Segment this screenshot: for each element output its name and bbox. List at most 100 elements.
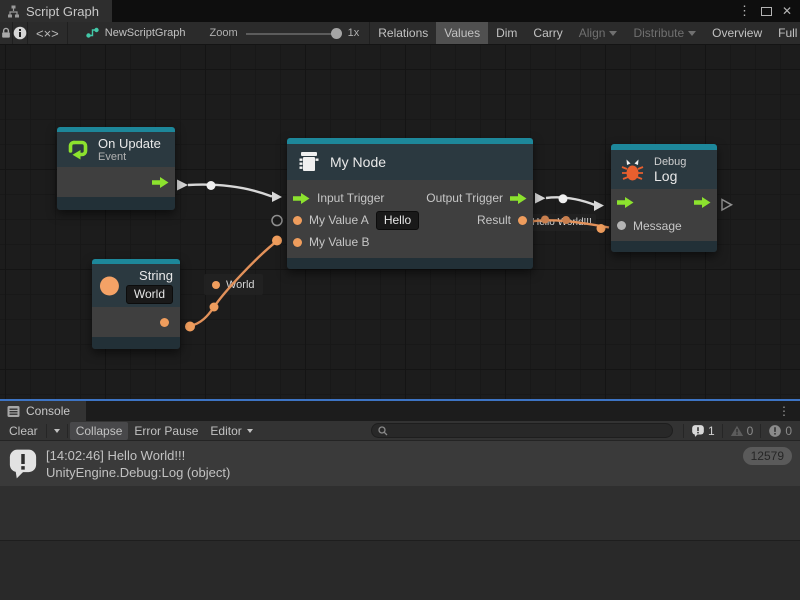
warning-icon — [730, 424, 744, 438]
value-droplet — [597, 224, 606, 233]
tab-script-graph-label: Script Graph — [26, 4, 99, 19]
node-title: My Node — [330, 154, 386, 170]
port-label: Message — [633, 219, 682, 233]
graph-toolbar: <×> NewScriptGraph Zoom 1x Relations Val… — [0, 22, 800, 45]
chevron-down-icon — [688, 31, 696, 36]
wire-start-arrow — [535, 193, 546, 204]
console-detail-pane[interactable] — [0, 540, 800, 600]
graph-name-label: NewScriptGraph — [105, 27, 186, 39]
on-update-event-icon — [66, 138, 90, 162]
flow-droplet — [207, 181, 216, 190]
wire-onupdate-to-mynode[interactable] — [188, 185, 272, 197]
value-input-port[interactable] — [293, 238, 302, 247]
search-icon — [378, 426, 388, 436]
chevron-down-icon — [609, 31, 617, 36]
wire-start-arrow — [177, 180, 188, 191]
string-value-field[interactable]: World — [126, 285, 173, 304]
flow-output-port[interactable] — [152, 177, 169, 188]
node-string[interactable]: String World — [92, 259, 180, 349]
log-message: [14:02:46] Hello World!!! — [46, 447, 735, 464]
collapse-count-badge: 12579 — [743, 447, 792, 465]
window-menu-icon[interactable]: ⋮ — [738, 3, 751, 19]
info-count-toggle[interactable]: 1 — [686, 424, 720, 438]
collapse-toggle[interactable]: Collapse — [70, 422, 129, 440]
info-icon — [13, 26, 27, 40]
node-category: Debug — [654, 156, 686, 168]
flow-input-port[interactable] — [293, 193, 310, 204]
node-title: String — [139, 268, 173, 283]
graph-canvas[interactable]: World Hello World!!! — [0, 45, 800, 399]
string-icon — [99, 275, 120, 297]
search-input[interactable] — [392, 425, 666, 437]
value-droplet — [185, 322, 195, 332]
align-dropdown[interactable]: Align — [571, 22, 626, 44]
warning-count-toggle[interactable]: 0 — [725, 424, 759, 438]
console-toolbar: Clear Collapse Error Pause Editor 1 — [0, 421, 800, 441]
graph-reference[interactable]: NewScriptGraph — [68, 27, 196, 39]
lock-button[interactable] — [0, 22, 12, 44]
tab-script-graph[interactable]: Script Graph — [0, 0, 112, 22]
value-droplet — [210, 303, 219, 312]
overview-button[interactable]: Overview — [704, 22, 770, 44]
flow-output-port[interactable] — [510, 193, 527, 204]
wire-value-hello-world: Hello World!!! — [528, 214, 596, 231]
script-graph-icon — [7, 5, 20, 18]
port-label: Input Trigger — [317, 191, 384, 205]
value-droplet — [272, 236, 282, 246]
wire-end-arrow — [594, 201, 604, 212]
error-icon — [768, 424, 782, 438]
error-count-toggle[interactable]: 0 — [763, 424, 797, 438]
maximize-icon[interactable] — [761, 7, 772, 16]
info-button[interactable] — [13, 22, 27, 44]
clear-dropdown[interactable] — [49, 422, 65, 440]
zoom-slider-handle[interactable] — [331, 28, 342, 39]
zoom-label: Zoom — [209, 27, 237, 39]
wire-value-world: World — [204, 274, 263, 295]
value-dot-icon — [212, 281, 220, 289]
value-input-port[interactable] — [293, 216, 302, 225]
node-debug-log[interactable]: Debug Log Message — [611, 144, 717, 252]
zoom-slider[interactable] — [246, 28, 340, 39]
value-output-port[interactable] — [518, 216, 527, 225]
info-bubble-icon — [691, 424, 705, 438]
value-a-field[interactable]: Hello — [376, 211, 419, 230]
node-my-node[interactable]: My Node Input Trigger Output Trigger — [287, 138, 533, 269]
fullscreen-button[interactable]: Full S — [770, 22, 800, 44]
empty-port-circle — [272, 216, 282, 226]
port-label: Result — [477, 213, 511, 227]
tab-console-label: Console — [26, 404, 70, 418]
tab-console[interactable]: Console — [0, 401, 86, 421]
graph-asset-icon — [86, 27, 99, 39]
value-output-port[interactable] — [160, 318, 169, 327]
editor-dropdown[interactable]: Editor — [204, 422, 258, 440]
debug-bug-icon — [620, 157, 645, 182]
console-log-list[interactable]: [14:02:46] Hello World!!! UnityEngine.De… — [0, 441, 800, 540]
node-subtitle: Event — [98, 151, 161, 163]
console-menu-icon[interactable]: ⋮ — [778, 401, 800, 421]
window-titlebar: Script Graph ⋮ ✕ — [0, 0, 800, 22]
value-input-port[interactable] — [617, 221, 626, 230]
port-label: My Value B — [309, 235, 369, 249]
flow-output-port[interactable] — [694, 197, 711, 208]
lock-icon — [0, 27, 12, 40]
close-icon[interactable]: ✕ — [782, 4, 792, 18]
dim-button[interactable]: Dim — [488, 22, 525, 44]
edit-source-button[interactable]: <×> — [28, 22, 67, 44]
node-title: On Update — [98, 136, 161, 151]
wire-mynode-to-debug[interactable] — [546, 197, 595, 205]
values-button[interactable]: Values — [436, 22, 488, 44]
log-info-bubble-icon — [8, 448, 38, 480]
flow-input-port[interactable] — [617, 197, 634, 208]
distribute-dropdown[interactable]: Distribute — [625, 22, 704, 44]
flow-droplet — [559, 194, 568, 203]
console-search[interactable] — [371, 423, 673, 438]
console-panel: Console ⋮ Clear Collapse Error Pause Edi… — [0, 399, 800, 600]
clear-button[interactable]: Clear — [3, 422, 44, 440]
node-on-update[interactable]: On Update Event — [57, 127, 175, 210]
log-entry[interactable]: [14:02:46] Hello World!!! UnityEngine.De… — [0, 441, 800, 486]
error-pause-toggle[interactable]: Error Pause — [128, 422, 204, 440]
carry-button[interactable]: Carry — [525, 22, 570, 44]
log-stacktrace: UnityEngine.Debug:Log (object) — [46, 464, 735, 481]
relations-button[interactable]: Relations — [370, 22, 436, 44]
code-icon: <×> — [36, 26, 59, 41]
